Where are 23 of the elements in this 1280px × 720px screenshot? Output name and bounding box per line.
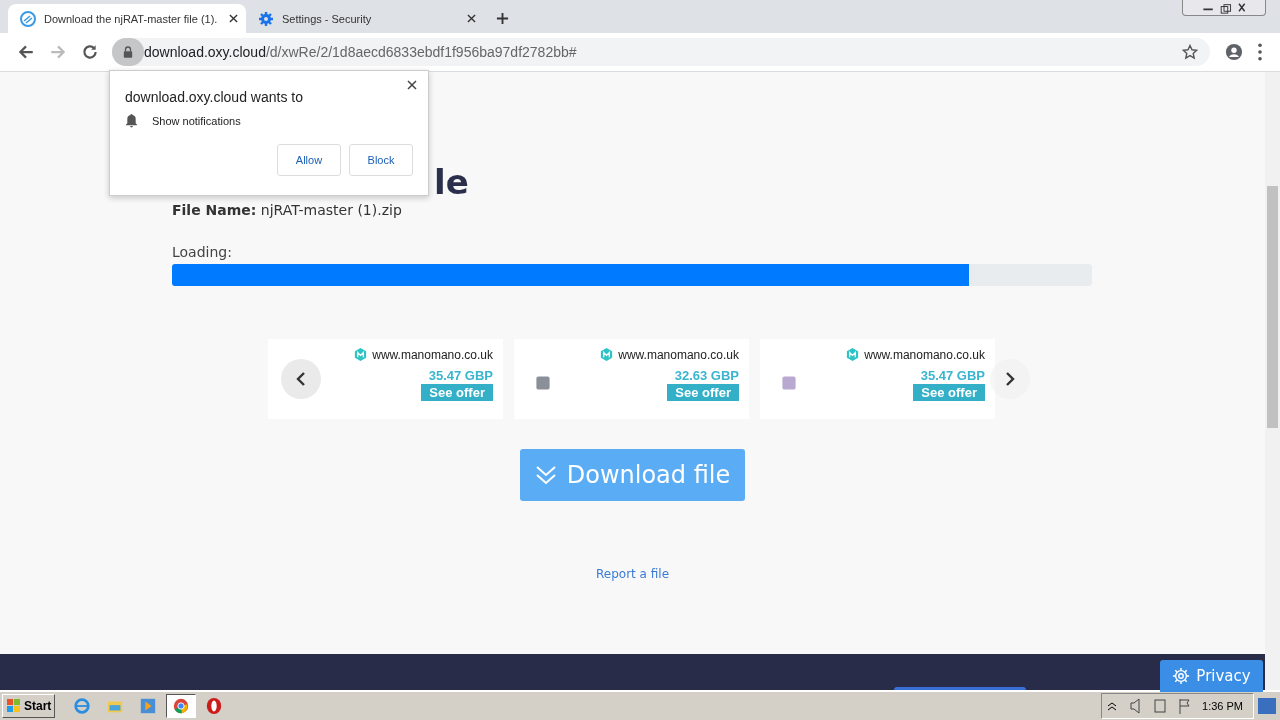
page-heading: le [434, 162, 469, 202]
popup-title: download.oxy.cloud wants to [125, 89, 304, 105]
offer-price: 35.47 GBP [428, 368, 493, 383]
offer-source: www.manomano.co.uk [618, 347, 739, 362]
offer-source: www.manomano.co.uk [372, 347, 493, 362]
browser-tab[interactable]: Download the njRAT-master file (1). [8, 4, 246, 33]
offer-price: 32.63 GBP [674, 368, 739, 383]
offer-card[interactable]: www.manomano.co.uk 35.47 GBP See offer [268, 339, 503, 419]
address-bar[interactable]: download.oxy.cloud/d/xwRe/2/1d8aecd6833ebdf1f956ba97df2782bb# [112, 38, 1210, 66]
popup-button[interactable]: Block [349, 144, 413, 176]
permission-label: Show notifications [152, 114, 241, 127]
report-link[interactable]: Report a file [596, 567, 670, 581]
offer-price: 35.47 GBP [920, 368, 985, 383]
loading-label: Loading: [172, 244, 232, 260]
file-name: File Name: njRAT-master (1).zip [172, 202, 402, 218]
browser-tab[interactable]: Settings - Security [246, 4, 484, 33]
privacy-button[interactable]: Privacy [1160, 660, 1263, 692]
offer-card[interactable]: www.manomano.co.uk 35.47 GBP See offer [760, 339, 995, 419]
clock: 1:36 PM [1202, 700, 1243, 712]
offer-source: www.manomano.co.uk [864, 347, 985, 362]
offer-card[interactable]: www.manomano.co.uk 32.63 GBP See offer [514, 339, 749, 419]
popup-button[interactable]: Allow [277, 144, 341, 176]
start-button[interactable]: Start [2, 694, 56, 718]
